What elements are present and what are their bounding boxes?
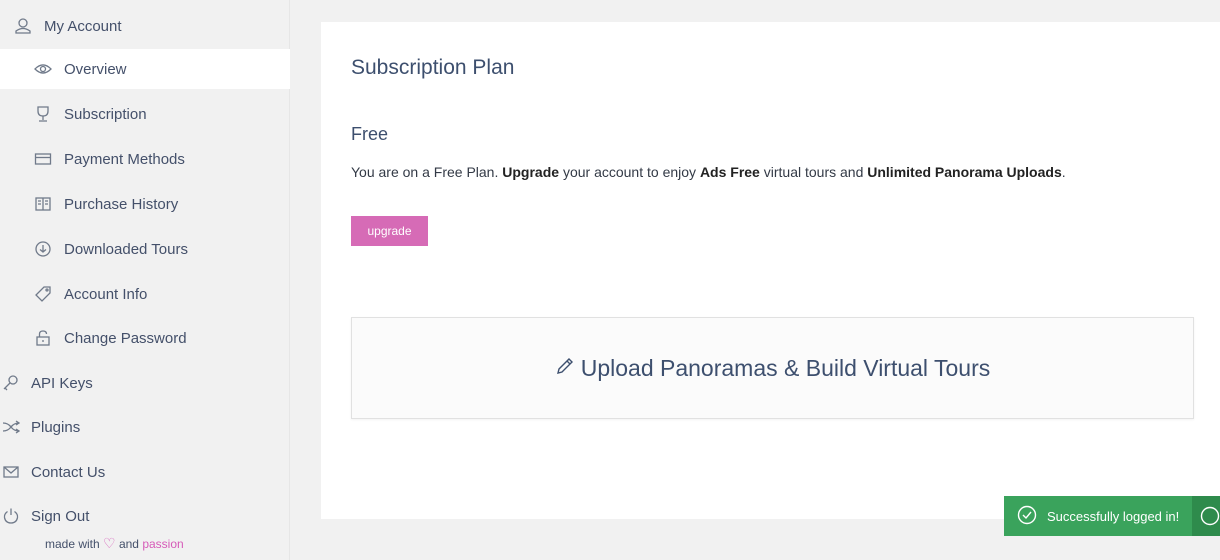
- success-toast: Successfully logged in!: [1004, 496, 1220, 536]
- sidebar-item-sign-out[interactable]: Sign Out: [0, 496, 290, 536]
- sidebar-item-label: Change Password: [64, 329, 187, 347]
- toast-close-button[interactable]: [1192, 496, 1220, 536]
- sidebar-item-payment-methods[interactable]: Payment Methods: [0, 139, 290, 179]
- sidebar-item-label: Subscription: [64, 105, 147, 123]
- trophy-icon: [34, 105, 52, 123]
- sidebar-item-label: Downloaded Tours: [64, 240, 188, 258]
- sidebar-item-label: Overview: [64, 60, 127, 78]
- check-circle-icon: [1004, 505, 1047, 528]
- plan-name: Free: [351, 124, 389, 144]
- sidebar-item-my-account[interactable]: My Account: [0, 6, 290, 46]
- toast-message: Successfully logged in!: [1047, 508, 1180, 524]
- upgrade-button[interactable]: upgrade: [351, 216, 428, 246]
- eye-icon: [34, 60, 52, 78]
- upload-label: Upload Panoramas & Build Virtual Tours: [580, 354, 991, 381]
- sidebar-item-label: Plugins: [31, 418, 81, 436]
- upload-panoramas-button[interactable]: Upload Panoramas & Build Virtual Tours: [351, 317, 1194, 419]
- sidebar-item-downloaded-tours[interactable]: Downloaded Tours: [0, 229, 290, 269]
- sidebar-item-purchase-history[interactable]: Purchase History: [0, 184, 290, 224]
- sidebar-item-label: My Account: [44, 17, 122, 35]
- heart-icon: ♡: [103, 535, 116, 551]
- lock-icon: [34, 329, 52, 347]
- sidebar-item-overview[interactable]: Overview: [0, 49, 290, 89]
- content-panel: Subscription Plan Free You are on a Free…: [321, 22, 1220, 519]
- download-icon: [34, 240, 52, 258]
- sidebar-item-plugins[interactable]: Plugins: [0, 407, 290, 447]
- circle-icon: [1200, 506, 1220, 526]
- sidebar: My Account Overview Subscription Payment…: [0, 0, 290, 560]
- tag-icon: [34, 285, 52, 303]
- page-title: Subscription Plan: [351, 56, 515, 79]
- book-icon: [34, 195, 52, 213]
- sidebar-item-subscription[interactable]: Subscription: [0, 94, 290, 134]
- shuffle-icon: [2, 418, 20, 436]
- sidebar-item-api-keys[interactable]: API Keys: [0, 363, 290, 403]
- pencil-icon: [555, 356, 581, 381]
- sidebar-item-label: Account Info: [64, 285, 148, 303]
- plan-description: You are on a Free Plan. Upgrade your acc…: [351, 164, 1066, 180]
- made-with-prefix: made with: [45, 537, 100, 551]
- sidebar-item-contact-us[interactable]: Contact Us: [0, 452, 290, 492]
- sidebar-item-label: Contact Us: [31, 463, 106, 481]
- credit-card-icon: [34, 150, 52, 168]
- sidebar-item-label: API Keys: [31, 374, 93, 392]
- sidebar-item-label: Payment Methods: [64, 150, 185, 168]
- user-icon: [14, 17, 32, 35]
- envelope-icon: [2, 463, 20, 481]
- made-with-passion: passion: [142, 537, 184, 551]
- key-icon: [2, 374, 20, 392]
- made-with-credit: made with ♡ and passion: [45, 535, 184, 552]
- sidebar-item-label: Purchase History: [64, 195, 179, 213]
- made-with-and: and: [118, 537, 139, 551]
- power-icon: [2, 507, 20, 525]
- sidebar-item-account-info[interactable]: Account Info: [0, 274, 290, 314]
- sidebar-item-change-password[interactable]: Change Password: [0, 318, 290, 358]
- sidebar-item-label: Sign Out: [31, 507, 90, 525]
